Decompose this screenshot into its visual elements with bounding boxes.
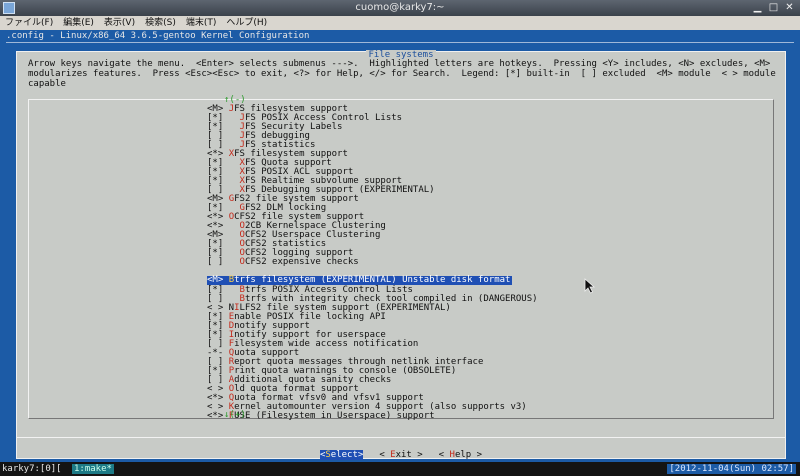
item-label: CFS2 expensive checks bbox=[244, 257, 359, 267]
title-rule bbox=[6, 42, 794, 43]
terminal-window: cuomo@karky7:~ ▁ □ ✕ ファイル(F) 編集(E) 表示(V) 検索… bbox=[0, 0, 800, 476]
session-label: karky7:[0][ bbox=[2, 464, 62, 474]
scroll-down-indicator: ↓(+) bbox=[224, 410, 246, 420]
menu-terminal[interactable]: 端末(T) bbox=[181, 16, 222, 30]
window-title: cuomo@karky7:~ bbox=[355, 2, 445, 13]
menu-edit[interactable]: 編集(E) bbox=[58, 16, 99, 30]
select-button[interactable]: <Select> bbox=[319, 450, 364, 460]
help-text: Arrow keys navigate the menu. <Enter> se… bbox=[28, 59, 776, 89]
item-state: [ ] bbox=[207, 257, 240, 267]
menu-list[interactable]: ↑(-) <M> JFS filesystem support [*] JFS P… bbox=[28, 95, 774, 421]
menu-item-selected[interactable]: <M> Btrfs filesystem (EXPERIMENTAL) Unst… bbox=[207, 275, 513, 285]
item-state: <M> bbox=[207, 275, 229, 285]
item-label: trfs filesystem (EXPERIMENTAL) Unstable … bbox=[234, 275, 511, 285]
status-clock: [2012-11-04(Sun) 02:57] bbox=[667, 464, 796, 474]
maximize-button[interactable]: □ bbox=[767, 2, 780, 14]
kconfig-title: .config - Linux/x86_64 3.6.5-gentoo Kern… bbox=[6, 31, 310, 41]
close-button[interactable]: ✕ bbox=[783, 2, 796, 14]
tmux-status-bar: karky7:[0][ 1:make* [2012-11-04(Sun) 02:… bbox=[0, 462, 800, 476]
help-button[interactable]: < Help > bbox=[439, 450, 482, 460]
dialog-buttons: <Select> < Exit > < Help > bbox=[17, 450, 785, 460]
window-tab[interactable]: 1:make* bbox=[72, 464, 114, 474]
title-bar: cuomo@karky7:~ ▁ □ ✕ bbox=[0, 0, 800, 16]
menu-item[interactable]: [ ] OCFS2 expensive checks bbox=[207, 258, 767, 267]
menu-search[interactable]: 検索(S) bbox=[140, 16, 181, 30]
menu-item[interactable]: <*> FUSE (Filesystem in Userspace) suppo… bbox=[207, 412, 767, 421]
exit-button[interactable]: < Exit > bbox=[379, 450, 422, 460]
minimize-button[interactable]: ▁ bbox=[751, 2, 764, 14]
dialog-separator bbox=[17, 437, 785, 438]
menu-file[interactable]: ファイル(F) bbox=[0, 16, 58, 30]
menu-help[interactable]: ヘルプ(H) bbox=[221, 16, 272, 30]
item-label: USE (Filesystem in Userspace) support bbox=[234, 411, 435, 421]
menu-items: <M> JFS filesystem support [*] JFS POSIX … bbox=[207, 105, 767, 421]
menuconfig-dialog: File systems Arrow keys navigate the men… bbox=[16, 50, 786, 460]
menu-bar: ファイル(F) 編集(E) 表示(V) 検索(S) 端末(T) ヘルプ(H) bbox=[0, 16, 800, 30]
terminal-area[interactable]: .config - Linux/x86_64 3.6.5-gentoo Kern… bbox=[0, 30, 800, 462]
menu-view[interactable]: 表示(V) bbox=[99, 16, 140, 30]
